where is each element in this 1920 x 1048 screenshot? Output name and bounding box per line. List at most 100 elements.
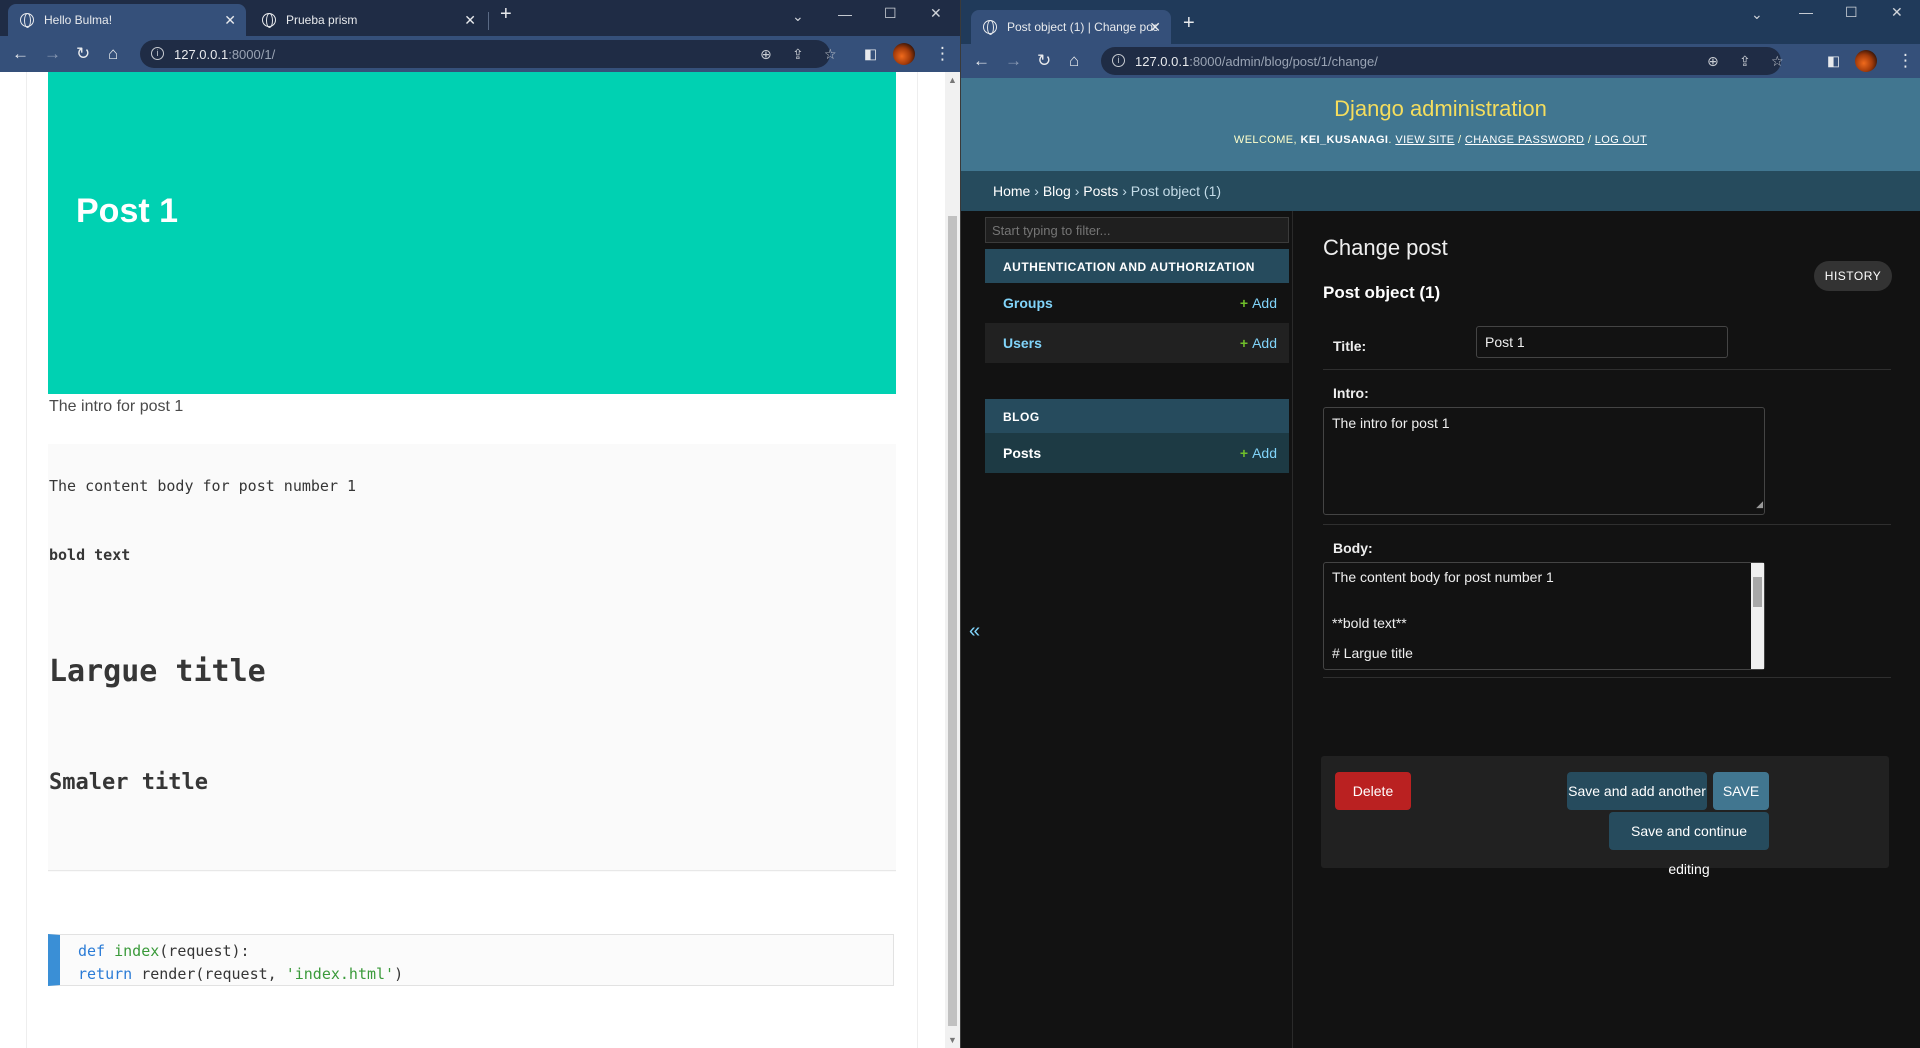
- log-out-link[interactable]: LOG OUT: [1595, 134, 1647, 146]
- delete-button[interactable]: Delete: [1335, 772, 1411, 810]
- back-icon[interactable]: ←: [973, 51, 990, 71]
- users-add-link[interactable]: + Add: [1240, 335, 1277, 351]
- tab-search-chevron-icon[interactable]: ⌄: [792, 8, 804, 25]
- title-input[interactable]: Post 1: [1476, 326, 1728, 358]
- close-window-icon[interactable]: ✕: [930, 5, 942, 22]
- breadcrumb-blog[interactable]: Blog: [1043, 183, 1071, 199]
- groups-link[interactable]: Groups: [1003, 295, 1053, 311]
- scroll-up-icon[interactable]: ▲: [948, 75, 957, 85]
- change-password-link[interactable]: CHANGE PASSWORD: [1465, 134, 1584, 146]
- body-line-2: **bold text**: [1332, 615, 1407, 631]
- home-icon[interactable]: ⌂: [108, 44, 118, 64]
- body-line-1: The content body for post number 1: [1332, 569, 1554, 585]
- back-icon[interactable]: ←: [12, 44, 29, 64]
- save-button[interactable]: SAVE: [1713, 772, 1769, 810]
- body-textarea[interactable]: The content body for post number 1 **bol…: [1323, 562, 1765, 670]
- plus-icon: +: [1239, 295, 1249, 311]
- site-info-icon[interactable]: i: [151, 47, 164, 60]
- textarea-scrollbar[interactable]: [1751, 563, 1764, 669]
- maximize-icon[interactable]: ☐: [884, 5, 897, 22]
- collapse-sidebar-icon[interactable]: «: [969, 620, 980, 643]
- forward-icon[interactable]: →: [1005, 51, 1022, 71]
- history-button[interactable]: HISTORY: [1814, 261, 1892, 291]
- close-window-icon[interactable]: ✕: [1891, 4, 1903, 21]
- resize-grip-icon[interactable]: ◢: [1756, 495, 1763, 513]
- reload-icon[interactable]: ↻: [1037, 51, 1051, 71]
- sidebar-item-posts[interactable]: Posts + Add: [985, 433, 1289, 473]
- users-link[interactable]: Users: [1003, 335, 1042, 351]
- view-site-link[interactable]: VIEW SITE: [1395, 134, 1454, 146]
- hero-banner: Post 1: [48, 72, 896, 394]
- posts-add-link[interactable]: + Add: [1240, 445, 1277, 461]
- zoom-icon[interactable]: ⊕: [1707, 53, 1719, 70]
- code-block: def index(request): return render(reques…: [48, 934, 894, 986]
- browser-toolbar: ← → ↻ ⌂ i 127.0.0.1:8000/1/ ⊕ ⇪ ☆ ◧ ⋮: [0, 36, 960, 72]
- module-caption-blog[interactable]: BLOG: [985, 399, 1289, 433]
- module-caption-auth[interactable]: AUTHENTICATION AND AUTHORIZATION: [985, 249, 1289, 283]
- breadcrumb-current: Post object (1): [1130, 183, 1222, 199]
- page-scrollbar[interactable]: ▲ ▼: [945, 72, 960, 1048]
- minimize-icon[interactable]: —: [838, 6, 852, 22]
- close-tab-icon[interactable]: ✕: [464, 12, 476, 29]
- sidebar-item-groups[interactable]: Groups + Add: [985, 283, 1289, 323]
- maximize-icon[interactable]: ☐: [1845, 4, 1858, 21]
- tab-prueba-prism[interactable]: Prueba prism ✕: [250, 4, 486, 36]
- close-tab-icon[interactable]: ✕: [1149, 19, 1161, 36]
- sidebar-item-users[interactable]: Users + Add: [985, 323, 1289, 363]
- profile-avatar[interactable]: [1855, 50, 1877, 72]
- code-line-1: def index(request):: [78, 942, 250, 960]
- content-container: Post 1 The intro for post 1 The content …: [26, 72, 918, 1048]
- scrollbar-thumb[interactable]: [948, 216, 957, 1026]
- divider: [48, 870, 896, 871]
- side-panel-icon[interactable]: ◧: [1827, 53, 1840, 70]
- post-small-heading: Smaler title: [49, 770, 208, 795]
- globe-icon: [20, 13, 34, 28]
- bookmark-star-icon[interactable]: ☆: [1771, 53, 1784, 70]
- admin-brand[interactable]: Django administration: [961, 96, 1920, 122]
- share-icon[interactable]: ⇪: [1739, 53, 1751, 70]
- menu-kebab-icon[interactable]: ⋮: [1897, 51, 1914, 71]
- bookmark-star-icon[interactable]: ☆: [824, 46, 837, 63]
- minimize-icon[interactable]: —: [1799, 4, 1813, 20]
- address-bar[interactable]: i 127.0.0.1:8000/admin/blog/post/1/chang…: [1101, 47, 1784, 75]
- home-icon[interactable]: ⌂: [1069, 51, 1079, 71]
- title-label: Title:: [1333, 338, 1367, 354]
- sidebar-filter-input[interactable]: [985, 217, 1289, 243]
- tab-label: Prueba prism: [286, 13, 358, 27]
- new-tab-icon[interactable]: +: [500, 3, 512, 26]
- tab-change-post[interactable]: Post object (1) | Change post | Dj ✕: [971, 10, 1171, 44]
- tab-search-chevron-icon[interactable]: ⌄: [1751, 6, 1763, 23]
- share-icon[interactable]: ⇪: [792, 46, 804, 63]
- groups-add-link[interactable]: + Add: [1240, 295, 1277, 311]
- form-row-title: Title: Post 1: [1323, 326, 1891, 370]
- zoom-icon[interactable]: ⊕: [760, 46, 772, 63]
- right-browser-window: Post object (1) | Change post | Dj ✕ + ⌄…: [960, 0, 1920, 1048]
- url-host: 127.0.0.1: [1135, 53, 1190, 69]
- close-tab-icon[interactable]: ✕: [224, 12, 236, 29]
- url-host: 127.0.0.1: [174, 46, 229, 62]
- menu-kebab-icon[interactable]: ⋮: [934, 44, 951, 64]
- browser-toolbar: ← → ↻ ⌂ i 127.0.0.1:8000/admin/blog/post…: [961, 44, 1920, 78]
- posts-link[interactable]: Posts: [1003, 445, 1041, 461]
- scrollbar-thumb[interactable]: [1753, 577, 1762, 607]
- save-and-continue-button[interactable]: Save and continue editing: [1609, 812, 1769, 877]
- address-bar[interactable]: i 127.0.0.1:8000/1/ ⊕ ⇪ ☆: [140, 40, 837, 68]
- save-and-add-another-button[interactable]: Save and add another: [1567, 772, 1707, 810]
- user-tools: WELCOME, KEI_KUSANAGI. VIEW SITE / CHANG…: [1233, 134, 1648, 146]
- side-panel-icon[interactable]: ◧: [864, 46, 877, 63]
- scroll-down-icon[interactable]: ▼: [948, 1035, 957, 1045]
- breadcrumb-home[interactable]: Home: [993, 183, 1030, 199]
- form-row-body: Body: The content body for post number 1…: [1323, 526, 1891, 678]
- post-title: Post 1: [76, 192, 179, 230]
- breadcrumb-posts[interactable]: Posts: [1083, 183, 1118, 199]
- intro-textarea[interactable]: The intro for post 1 ◢: [1323, 407, 1765, 515]
- profile-avatar[interactable]: [893, 43, 915, 65]
- new-tab-icon[interactable]: +: [1183, 12, 1195, 35]
- left-browser-window: Hello Bulma! ✕ Prueba prism ✕ + ⌄ — ☐ ✕ …: [0, 0, 960, 1048]
- forward-icon[interactable]: →: [44, 44, 61, 64]
- post-bold-text: bold text: [49, 546, 131, 564]
- reload-icon[interactable]: ↻: [76, 44, 90, 64]
- site-info-icon[interactable]: i: [1112, 54, 1125, 67]
- nav-sidebar: AUTHENTICATION AND AUTHORIZATION Groups …: [985, 211, 1293, 1048]
- tab-hello-bulma[interactable]: Hello Bulma! ✕: [8, 4, 246, 36]
